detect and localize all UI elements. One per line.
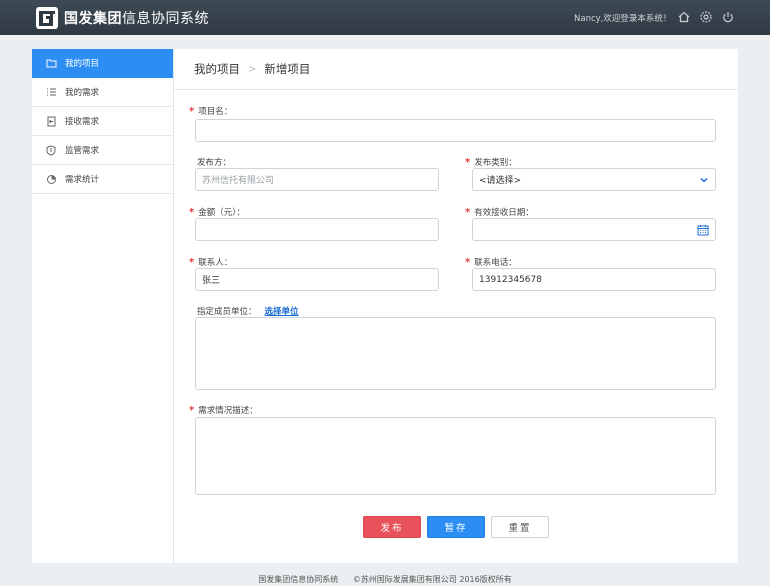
breadcrumb-current: 新增项目 bbox=[264, 62, 311, 76]
list-icon bbox=[45, 86, 57, 98]
sidebar-item-label: 需求统计 bbox=[65, 175, 100, 185]
amount-input[interactable] bbox=[195, 218, 439, 241]
sidebar-item-my-requests[interactable]: 我的需求 bbox=[32, 78, 173, 107]
chevron-down-icon bbox=[699, 175, 709, 188]
select-units-link[interactable]: 选择单位 bbox=[265, 307, 299, 317]
sidebar-item-supervise-requests[interactable]: 监管需求 bbox=[32, 136, 173, 165]
deadline-input[interactable] bbox=[472, 218, 716, 241]
deadline-label: * 有效接收日期： bbox=[465, 207, 534, 218]
main-panel: 我的项目 > 新增项目 * 项目名： 发布方： 苏州信托有限公司 * 发布类别： <… bbox=[174, 49, 738, 563]
sidebar-item-label: 我的项目 bbox=[65, 59, 100, 69]
required-mark: * bbox=[189, 207, 195, 218]
members-label: 指定成员单位： 选择单位 bbox=[197, 307, 299, 317]
sidebar-item-label: 接收需求 bbox=[65, 117, 100, 127]
description-label: * 需求情况描述： bbox=[189, 405, 258, 416]
app-title: 国发集团信息协同系统 bbox=[64, 11, 209, 27]
folder-icon bbox=[45, 57, 57, 69]
required-mark: * bbox=[189, 405, 195, 416]
save-draft-button[interactable]: 暂存 bbox=[427, 516, 485, 538]
category-select-value: <请选择> bbox=[479, 176, 522, 186]
power-icon[interactable] bbox=[721, 10, 735, 24]
contact-label: * 联系人： bbox=[189, 257, 233, 268]
welcome-text: Nancy,欢迎登录本系统！ bbox=[574, 14, 672, 24]
footer: 国发集团信息协同系统 ©苏州国际发展集团有限公司 2016版权所有 bbox=[0, 574, 770, 585]
sidebar-item-my-projects[interactable]: 我的项目 bbox=[32, 49, 173, 78]
reset-button[interactable]: 重置 bbox=[491, 516, 549, 538]
gear-icon[interactable] bbox=[699, 10, 713, 24]
contact-input[interactable]: 张三 bbox=[195, 268, 439, 291]
category-label: * 发布类别： bbox=[465, 157, 517, 168]
members-textarea[interactable] bbox=[195, 317, 716, 390]
receive-icon bbox=[45, 115, 57, 127]
required-mark: * bbox=[189, 257, 195, 268]
required-mark: * bbox=[465, 157, 471, 168]
required-mark: * bbox=[465, 207, 471, 218]
shield-icon bbox=[45, 144, 57, 156]
sidebar: 我的项目 我的需求 接收需求 监管需求 需求统计 bbox=[32, 49, 174, 563]
sidebar-item-request-stats[interactable]: 需求统计 bbox=[32, 165, 173, 194]
footer-copyright: ©苏州国际发展集团有限公司 2016版权所有 bbox=[352, 575, 512, 584]
amount-label: * 金额（元）： bbox=[189, 207, 245, 218]
required-mark: * bbox=[465, 257, 471, 268]
project-name-label: * 项目名： bbox=[189, 106, 233, 117]
calendar-icon[interactable] bbox=[697, 224, 709, 239]
home-icon[interactable] bbox=[677, 10, 691, 24]
description-textarea[interactable] bbox=[195, 417, 716, 495]
breadcrumb: 我的项目 > 新增项目 bbox=[174, 49, 738, 90]
breadcrumb-parent[interactable]: 我的项目 bbox=[194, 61, 240, 77]
phone-label: * 联系电话： bbox=[465, 257, 517, 268]
logo-icon bbox=[36, 7, 58, 29]
category-select[interactable]: <请选择> bbox=[472, 168, 716, 191]
footer-system-name: 国发集团信息协同系统 bbox=[258, 575, 339, 584]
breadcrumb-separator: > bbox=[248, 63, 257, 75]
publisher-input[interactable]: 苏州信托有限公司 bbox=[195, 168, 439, 191]
required-mark: * bbox=[189, 106, 195, 117]
publisher-label: 发布方： bbox=[197, 158, 232, 168]
project-name-input[interactable] bbox=[195, 119, 716, 142]
publish-button[interactable]: 发布 bbox=[363, 516, 421, 538]
phone-input[interactable]: 13912345678 bbox=[472, 268, 716, 291]
sidebar-item-receive-requests[interactable]: 接收需求 bbox=[32, 107, 173, 136]
pie-chart-icon bbox=[45, 173, 57, 185]
sidebar-item-label: 我的需求 bbox=[65, 88, 100, 98]
top-bar: 国发集团信息协同系统 Nancy,欢迎登录本系统！ bbox=[0, 0, 770, 35]
sidebar-item-label: 监管需求 bbox=[65, 146, 100, 156]
